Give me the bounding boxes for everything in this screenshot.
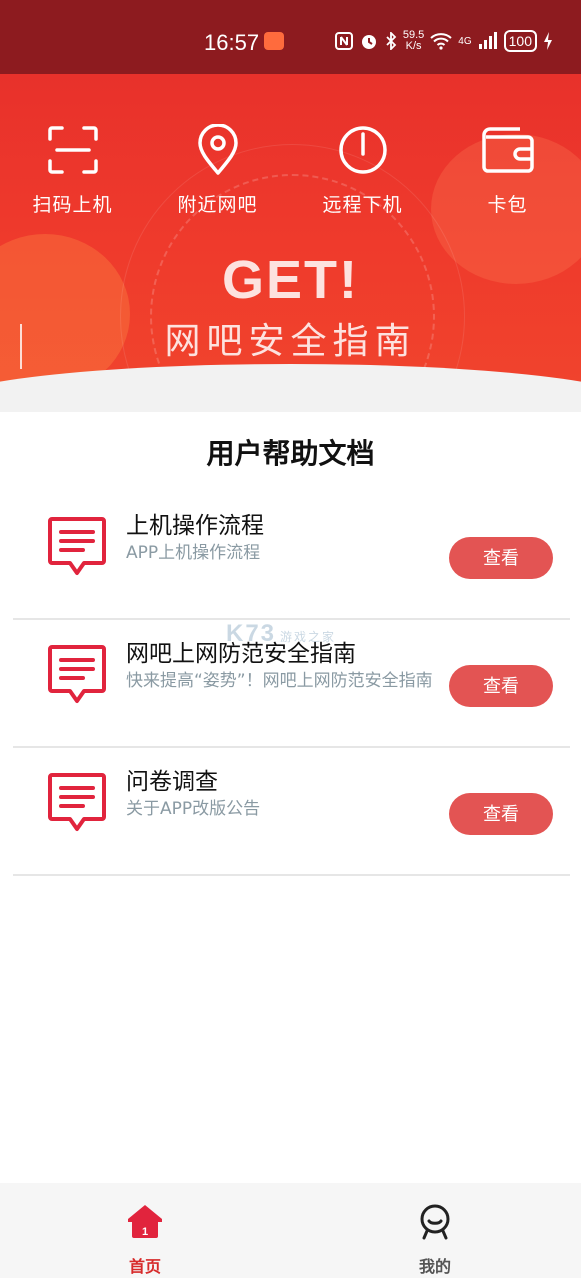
tab-label: 首页 — [128, 1257, 161, 1276]
document-message-icon — [48, 773, 106, 831]
view-button[interactable]: 查看 — [449, 665, 553, 707]
notification-app-icon — [264, 32, 284, 50]
card-wallet-button[interactable]: 卡包 — [435, 122, 580, 222]
tab-profile[interactable]: 我的 — [290, 1183, 580, 1278]
quick-action-label: 附近网吧 — [177, 194, 258, 216]
hero-banner: 扫码上机 附近网吧 远程下机 卡包 GET! 网吧安全指南 — [0, 74, 581, 412]
status-icons: 59.5 K/s 4G 100 — [334, 29, 553, 52]
help-doc-list: 上机操作流程 APP上机操作流程 查看 网吧上网防范安全指南 快来提高“姿势”！… — [13, 492, 570, 876]
svg-text:1: 1 — [142, 1226, 148, 1238]
document-message-icon — [48, 645, 106, 703]
view-button[interactable]: 查看 — [449, 537, 553, 579]
signal-type-label: 4G — [458, 35, 472, 47]
list-item[interactable]: 问卷调查 关于APP改版公告 查看 — [13, 748, 570, 876]
quick-action-label: 远程下机 — [322, 194, 403, 216]
nfc-icon — [334, 32, 353, 50]
scan-login-button[interactable]: 扫码上机 — [0, 122, 145, 222]
doc-title: 问卷调查 — [126, 769, 218, 795]
network-speed: 59.5 K/s — [402, 29, 425, 52]
bluetooth-icon — [386, 32, 397, 50]
watermark-logo: K73 游戏之家 — [226, 620, 337, 647]
signal-bars-icon — [478, 32, 497, 49]
remote-logout-button[interactable]: 远程下机 — [290, 122, 435, 222]
tab-home[interactable]: 1 首页 — [0, 1183, 290, 1278]
document-message-icon — [48, 517, 106, 575]
status-time: 16:57 — [204, 30, 260, 55]
home-icon: 1 — [128, 1205, 162, 1238]
location-pin-icon — [197, 124, 238, 175]
wifi-icon — [430, 33, 452, 50]
banner-headline: GET! — [222, 250, 359, 310]
wallet-icon — [481, 127, 534, 173]
quick-action-label: 卡包 — [487, 194, 528, 216]
doc-description: 快来提高“姿势”！网吧上网防范安全指南 — [126, 671, 433, 691]
profile-icon — [420, 1204, 450, 1240]
quick-action-label: 扫码上机 — [32, 194, 113, 216]
nearby-netcafe-button[interactable]: 附近网吧 — [145, 122, 290, 222]
quick-actions: 扫码上机 附近网吧 远程下机 卡包 — [0, 122, 581, 222]
charging-icon — [544, 32, 552, 50]
banner-curve — [0, 364, 581, 412]
bottom-tab-bar: 1 首页 我的 — [0, 1183, 581, 1278]
doc-description: 关于APP改版公告 — [126, 799, 261, 819]
battery-indicator: 100 — [503, 30, 537, 52]
section-title: 用户帮助文档 — [206, 437, 375, 470]
status-bar: 16:57 59.5 K/s 4G 100 — [0, 0, 581, 74]
banner-subheadline: 网吧安全指南 — [164, 321, 417, 362]
view-button[interactable]: 查看 — [449, 793, 553, 835]
alarm-icon — [361, 35, 376, 49]
list-item[interactable]: 上机操作流程 APP上机操作流程 查看 — [13, 492, 570, 620]
doc-description: APP上机操作流程 — [126, 543, 261, 563]
power-icon — [338, 126, 387, 174]
doc-title: 上机操作流程 — [126, 513, 264, 539]
tab-label: 我的 — [418, 1257, 451, 1276]
scan-icon — [47, 126, 98, 174]
